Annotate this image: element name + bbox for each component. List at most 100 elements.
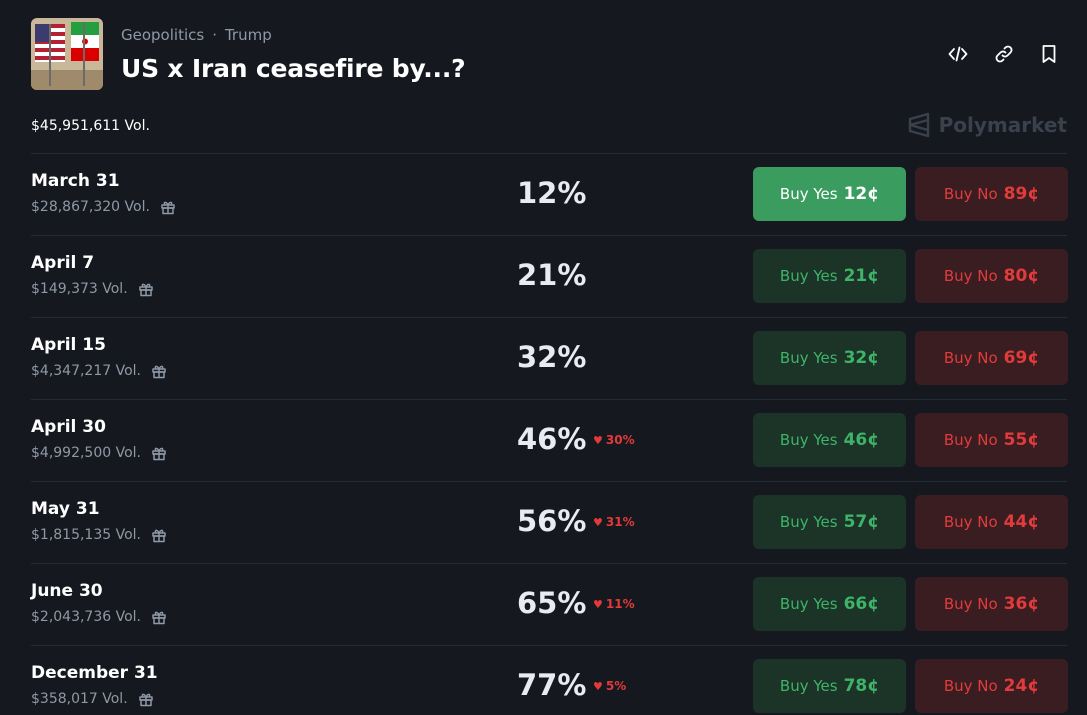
buy-no-button[interactable]: Buy No 36¢ bbox=[915, 577, 1068, 631]
outcome-volume: $4,347,217 Vol. bbox=[31, 363, 167, 379]
outcome-row[interactable]: June 30 $2,043,736 Vol. 65% ♥ 11% Buy Ye… bbox=[31, 563, 1068, 645]
outcome-row[interactable]: December 31 $358,017 Vol. 77% ♥ 5% Buy Y… bbox=[31, 645, 1068, 715]
outcome-volume: $4,992,500 Vol. bbox=[31, 445, 167, 461]
buy-no-label: Buy No bbox=[943, 677, 998, 695]
outcome-volume: $2,043,736 Vol. bbox=[31, 609, 167, 625]
polymarket-brand-text: Polymarket bbox=[938, 113, 1067, 137]
gift-icon[interactable] bbox=[151, 445, 167, 461]
outcome-row[interactable]: April 15 $4,347,217 Vol. 32% Buy Yes 32¢ bbox=[31, 317, 1068, 399]
buy-no-button[interactable]: Buy No 55¢ bbox=[915, 413, 1068, 467]
probability-change: ♥ 30% bbox=[593, 433, 635, 447]
polymarket-logo-icon bbox=[908, 112, 929, 138]
embed-code-icon[interactable] bbox=[943, 40, 973, 68]
outcome-probability: 21% bbox=[517, 258, 587, 292]
buy-no-label: Buy No bbox=[943, 267, 998, 285]
outcome-probability: 32% bbox=[517, 340, 587, 374]
total-volume: $45,951,611 Vol. bbox=[31, 118, 150, 134]
outcome-volume-text: $4,992,500 Vol. bbox=[31, 445, 142, 461]
outcome-volume-text: $149,373 Vol. bbox=[31, 281, 128, 297]
buy-yes-price: 21¢ bbox=[843, 266, 880, 286]
buy-no-price: 24¢ bbox=[1003, 676, 1040, 696]
outcome-row[interactable]: May 31 $1,815,135 Vol. 56% ♥ 31% Buy Yes… bbox=[31, 481, 1068, 563]
buy-no-price: 55¢ bbox=[1003, 430, 1040, 450]
buy-no-price: 89¢ bbox=[1003, 184, 1040, 204]
buy-no-button[interactable]: Buy No 89¢ bbox=[915, 167, 1068, 221]
buy-no-button[interactable]: Buy No 80¢ bbox=[915, 249, 1068, 303]
polymarket-logo: Polymarket bbox=[907, 112, 1067, 138]
probability-change-text: 30% bbox=[605, 433, 635, 447]
buy-yes-price: 46¢ bbox=[843, 430, 880, 450]
buy-no-label: Buy No bbox=[943, 185, 998, 203]
buy-yes-button[interactable]: Buy Yes 12¢ bbox=[753, 167, 906, 221]
outcome-volume-text: $2,043,736 Vol. bbox=[31, 609, 142, 625]
change-down-icon: ♥ bbox=[593, 679, 603, 693]
buy-yes-button[interactable]: Buy Yes 66¢ bbox=[753, 577, 906, 631]
buy-yes-button[interactable]: Buy Yes 32¢ bbox=[753, 331, 906, 385]
buy-no-button[interactable]: Buy No 69¢ bbox=[915, 331, 1068, 385]
us-iran-flags-icon[interactable] bbox=[31, 18, 103, 90]
header-actions bbox=[943, 40, 1067, 68]
page-title: US x Iran ceasefire by...? bbox=[121, 54, 466, 83]
outcome-list: March 31 $28,867,320 Vol. 12% Buy Yes 12¢ bbox=[31, 153, 1068, 715]
outcome-date: May 31 bbox=[31, 499, 100, 519]
outcome-volume-text: $1,815,135 Vol. bbox=[31, 527, 142, 543]
outcome-date: April 15 bbox=[31, 335, 106, 355]
buy-yes-price: 66¢ bbox=[843, 594, 880, 614]
buy-yes-label: Buy Yes bbox=[779, 513, 838, 531]
buy-yes-label: Buy Yes bbox=[779, 431, 838, 449]
outcome-volume-text: $28,867,320 Vol. bbox=[31, 199, 150, 215]
buy-no-button[interactable]: Buy No 44¢ bbox=[915, 495, 1068, 549]
probability-change: ♥ 5% bbox=[593, 679, 626, 693]
gift-icon[interactable] bbox=[138, 281, 154, 297]
buy-yes-price: 32¢ bbox=[843, 348, 880, 368]
gift-icon[interactable] bbox=[160, 199, 176, 215]
outcome-volume: $358,017 Vol. bbox=[31, 691, 154, 707]
buy-yes-label: Buy Yes bbox=[779, 595, 838, 613]
gift-icon[interactable] bbox=[151, 527, 167, 543]
outcome-probability: 12% bbox=[517, 176, 587, 210]
buy-no-label: Buy No bbox=[943, 349, 998, 367]
probability-change-text: 31% bbox=[605, 515, 635, 529]
outcome-volume: $1,815,135 Vol. bbox=[31, 527, 167, 543]
outcome-date: April 30 bbox=[31, 417, 106, 437]
buy-yes-label: Buy Yes bbox=[779, 677, 838, 695]
outcome-date: March 31 bbox=[31, 171, 120, 191]
outcome-volume: $28,867,320 Vol. bbox=[31, 199, 176, 215]
buy-no-price: 80¢ bbox=[1003, 266, 1040, 286]
buy-yes-button[interactable]: Buy Yes 21¢ bbox=[753, 249, 906, 303]
gift-icon[interactable] bbox=[151, 363, 167, 379]
bookmark-icon[interactable] bbox=[1034, 40, 1064, 68]
outcome-row[interactable]: April 7 $149,373 Vol. 21% Buy Yes 21¢ Bu… bbox=[31, 235, 1068, 317]
gift-icon[interactable] bbox=[151, 609, 167, 625]
buy-yes-label: Buy Yes bbox=[779, 185, 838, 203]
buy-yes-button[interactable]: Buy Yes 57¢ bbox=[753, 495, 906, 549]
outcome-probability: 65% bbox=[517, 586, 587, 620]
buy-no-price: 36¢ bbox=[1003, 594, 1040, 614]
probability-change-text: 11% bbox=[605, 597, 635, 611]
link-icon[interactable] bbox=[989, 40, 1019, 68]
buy-no-button[interactable]: Buy No 24¢ bbox=[915, 659, 1068, 713]
buy-yes-button[interactable]: Buy Yes 78¢ bbox=[753, 659, 906, 713]
outcome-probability: 56% bbox=[517, 504, 587, 538]
gift-icon[interactable] bbox=[138, 691, 154, 707]
buy-yes-button[interactable]: Buy Yes 46¢ bbox=[753, 413, 906, 467]
breadcrumb-category[interactable]: Geopolitics bbox=[121, 26, 204, 44]
buy-no-label: Buy No bbox=[943, 595, 998, 613]
change-down-icon: ♥ bbox=[593, 433, 603, 447]
buy-no-price: 44¢ bbox=[1003, 512, 1040, 532]
outcome-volume-text: $358,017 Vol. bbox=[31, 691, 128, 707]
probability-change: ♥ 11% bbox=[593, 597, 635, 611]
outcome-row[interactable]: March 31 $28,867,320 Vol. 12% Buy Yes 12¢ bbox=[31, 153, 1068, 235]
probability-change: ♥ 31% bbox=[593, 515, 635, 529]
breadcrumb-subcategory[interactable]: Trump bbox=[225, 26, 272, 44]
probability-change-text: 5% bbox=[605, 679, 627, 693]
buy-yes-price: 57¢ bbox=[843, 512, 880, 532]
buy-no-price: 69¢ bbox=[1003, 348, 1040, 368]
market-page: Geopolitics · Trump US x Iran ceasefire by… bbox=[0, 0, 1087, 715]
outcome-date: June 30 bbox=[31, 581, 103, 601]
buy-yes-label: Buy Yes bbox=[779, 349, 838, 367]
breadcrumb-separator: · bbox=[212, 26, 217, 44]
outcome-row[interactable]: April 30 $4,992,500 Vol. 46% ♥ 30% Buy Y… bbox=[31, 399, 1068, 481]
outcome-date: April 7 bbox=[31, 253, 95, 273]
outcome-date: December 31 bbox=[31, 663, 158, 683]
